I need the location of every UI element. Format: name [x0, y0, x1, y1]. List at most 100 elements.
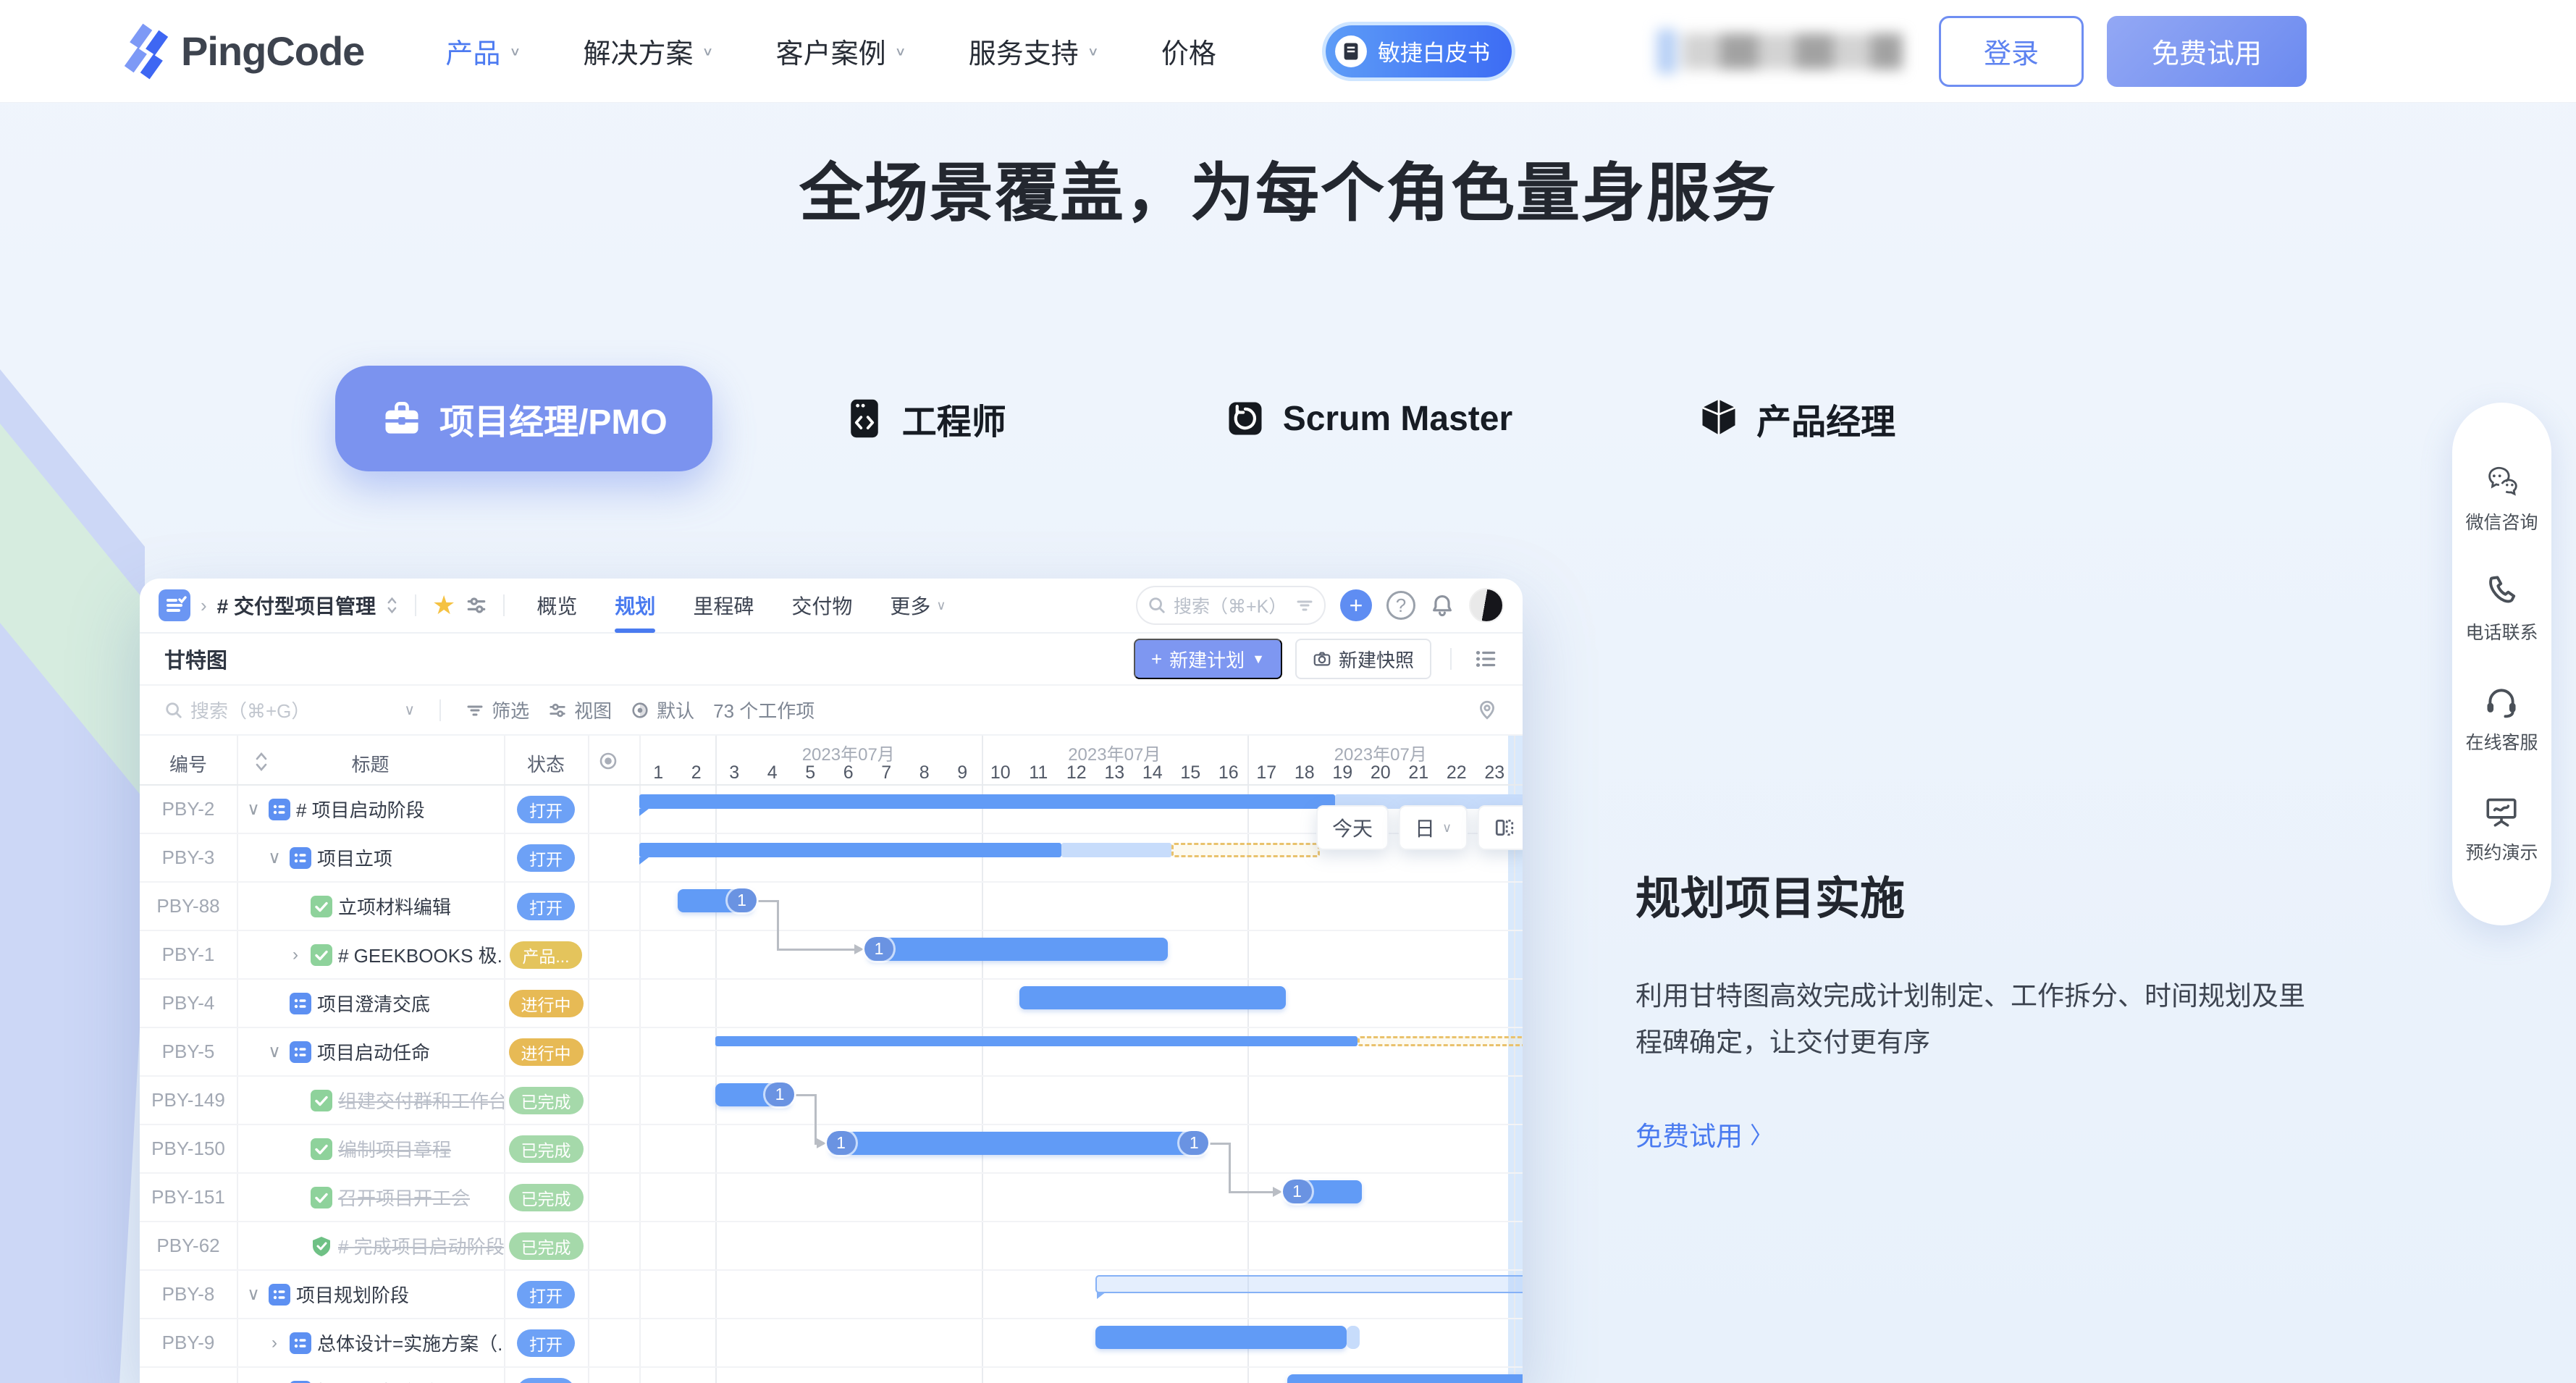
gantt-bar-PBY-1[interactable]	[867, 938, 1168, 961]
new-plan-button[interactable]: + 新建计划 ▼	[1134, 639, 1282, 679]
role-tab-3[interactable]: Scrum Master	[1224, 397, 1512, 440]
gantt-bar-PBY-3[interactable]	[1171, 843, 1320, 857]
filter-lines-icon	[1295, 596, 1314, 615]
user-avatar[interactable]	[1469, 588, 1504, 623]
expand-toggle-icon[interactable]: ∨	[244, 1284, 263, 1305]
table-row[interactable]: PBY-88立项材料编辑打开1	[140, 883, 1523, 931]
gantt-day-label: 21	[1399, 762, 1438, 783]
expand-toggle-icon[interactable]: ∨	[265, 1041, 284, 1062]
status-badge[interactable]: 进行中	[509, 990, 584, 1017]
table-row[interactable]: PBY-149组建交付群和工作台已完成1	[140, 1077, 1523, 1125]
task-list-icon	[269, 1284, 290, 1306]
dependency-count-badge[interactable]: 1	[827, 1131, 856, 1155]
status-badge[interactable]: 打开	[517, 796, 575, 823]
app-tab-2[interactable]: 规划	[615, 579, 655, 633]
expand-toggle-icon[interactable]: ∨	[265, 847, 284, 868]
contact-item-3[interactable]: 在线客服	[2465, 684, 2538, 754]
row-title-cell: # 完成项目启动阶段...	[237, 1222, 504, 1269]
login-button[interactable]: 登录	[1939, 16, 2084, 87]
nav-item-5[interactable]: 价格	[1161, 31, 1216, 71]
role-tab-1[interactable]: 项目经理/PMO	[335, 366, 712, 471]
gantt-bar-PBY-150[interactable]	[830, 1132, 1206, 1155]
expand-toggle-icon[interactable]: ∨	[244, 799, 263, 820]
zoom-unit-button[interactable]: 日 ∨	[1399, 805, 1468, 850]
app-tab-5[interactable]: 更多∨	[890, 579, 946, 633]
selector-icon[interactable]	[386, 594, 399, 616]
gantt-bar-PBY-8[interactable]	[1095, 1275, 1523, 1293]
table-row[interactable]: PBY-2∨# 项目启动阶段打开	[140, 786, 1523, 834]
swap-icon[interactable]	[466, 594, 487, 616]
nav-item-1[interactable]: 产品∨	[445, 31, 521, 71]
status-badge[interactable]: 进行中	[509, 1038, 584, 1066]
row-id: PBY-150	[140, 1125, 237, 1172]
status-badge[interactable]: 打开	[517, 1281, 575, 1308]
split-view-button[interactable]	[1478, 805, 1523, 850]
gantt-search-input[interactable]: 搜索（⌘+G） ∨	[164, 697, 415, 723]
star-icon[interactable]: ★	[432, 592, 455, 618]
nav-item-4[interactable]: 服务支持∨	[969, 31, 1099, 71]
status-badge[interactable]: 打开	[517, 893, 575, 920]
gantt-bar-PBY-3[interactable]	[1061, 843, 1171, 857]
gantt-bar-PBY-5[interactable]	[1358, 1036, 1523, 1046]
table-row[interactable]: PBY-5∨项目启动任命进行中	[140, 1028, 1523, 1077]
list-settings-icon[interactable]	[1475, 647, 1498, 671]
gantt-bar-PBY-2[interactable]	[639, 794, 1335, 809]
map-pin-icon[interactable]	[1476, 699, 1498, 721]
table-row[interactable]: PBY-1›# GEEKBOOKS 极...产品...1	[140, 931, 1523, 980]
status-badge[interactable]: 打开	[517, 1378, 575, 1383]
contact-item-1[interactable]: 微信咨询	[2465, 463, 2538, 534]
dependency-count-badge[interactable]: 1	[728, 888, 757, 912]
status-badge[interactable]: 产品...	[510, 941, 581, 969]
status-badge[interactable]: 打开	[517, 844, 575, 872]
help-icon[interactable]: ?	[1386, 591, 1415, 620]
gantt-bar-PBY-3[interactable]	[639, 843, 1061, 857]
dependency-count-badge[interactable]: 1	[765, 1083, 794, 1106]
notification-bell-icon[interactable]	[1430, 593, 1455, 618]
role-tab-4[interactable]: 产品经理	[1697, 393, 1895, 444]
expand-toggle-icon[interactable]: ›	[286, 945, 305, 965]
status-badge[interactable]: 已完成	[509, 1184, 584, 1211]
pingcode-logo[interactable]: PingCode	[123, 23, 364, 80]
today-button[interactable]: 今天	[1316, 805, 1389, 850]
table-row[interactable]: PBY-9›总体设计=实施方案（...打开	[140, 1319, 1523, 1368]
gantt-bar-PBY-4[interactable]	[1019, 986, 1286, 1009]
status-badge[interactable]: 打开	[517, 1329, 575, 1357]
status-badge[interactable]: 已完成	[509, 1087, 584, 1114]
table-row[interactable]: PBY-150编制项目章程已完成11	[140, 1125, 1523, 1174]
gantt-bar-PBY-9[interactable]	[1095, 1326, 1347, 1349]
gantt-bar-PBY-5[interactable]	[715, 1036, 1358, 1046]
add-button[interactable]: +	[1340, 589, 1372, 621]
dependency-count-badge[interactable]: 1	[1283, 1180, 1312, 1203]
dependency-count-badge[interactable]: 1	[1179, 1131, 1208, 1155]
table-row[interactable]: PBY-3∨项目立项打开	[140, 834, 1523, 883]
default-style-button[interactable]: 默认	[631, 697, 694, 723]
contact-item-4[interactable]: 预约演示	[2465, 794, 2538, 865]
expand-toggle-icon[interactable]: ›	[265, 1333, 284, 1353]
contact-item-2[interactable]: 电话联系	[2465, 573, 2538, 644]
table-row[interactable]: PBY-62# 完成项目启动阶段...已完成	[140, 1222, 1523, 1271]
gantt-bar-PBY-9[interactable]	[1347, 1326, 1360, 1349]
table-row[interactable]: PBY-4项目澄清交底进行中	[140, 980, 1523, 1028]
status-badge[interactable]: 已完成	[509, 1135, 584, 1163]
dependency-count-badge[interactable]: 1	[864, 937, 893, 961]
table-row[interactable]: PBY-10›概要设计（分）打开	[140, 1368, 1523, 1383]
app-tab-4[interactable]: 交付物	[791, 579, 852, 633]
breadcrumb[interactable]: # 交付型项目管理	[217, 591, 376, 620]
table-row[interactable]: PBY-151召开项目开工会已完成1	[140, 1174, 1523, 1222]
feature-free-trial-link[interactable]: 免费试用 〉	[1636, 1114, 1773, 1153]
view-settings-button[interactable]: 视图	[548, 697, 612, 723]
task-check-icon	[311, 944, 332, 966]
status-badge[interactable]: 已完成	[509, 1232, 584, 1260]
nav-item-3[interactable]: 客户案例∨	[776, 31, 906, 71]
search-input[interactable]: 搜索（⌘+K）	[1136, 586, 1326, 625]
app-tab-1[interactable]: 概览	[536, 579, 577, 633]
whitepaper-badge[interactable]: 敏捷白皮书	[1326, 25, 1512, 77]
free-trial-button[interactable]: 免费试用	[2107, 16, 2307, 87]
filter-button[interactable]: 筛选	[466, 697, 529, 723]
new-snapshot-button[interactable]: 新建快照	[1295, 639, 1431, 679]
table-row[interactable]: PBY-8∨项目规划阶段打开	[140, 1271, 1523, 1319]
gantt-bar-PBY-10[interactable]	[1287, 1374, 1523, 1383]
nav-item-2[interactable]: 解决方案∨	[583, 31, 713, 71]
app-tab-3[interactable]: 里程碑	[693, 579, 754, 633]
role-tab-2[interactable]: 工程师	[843, 393, 1006, 444]
